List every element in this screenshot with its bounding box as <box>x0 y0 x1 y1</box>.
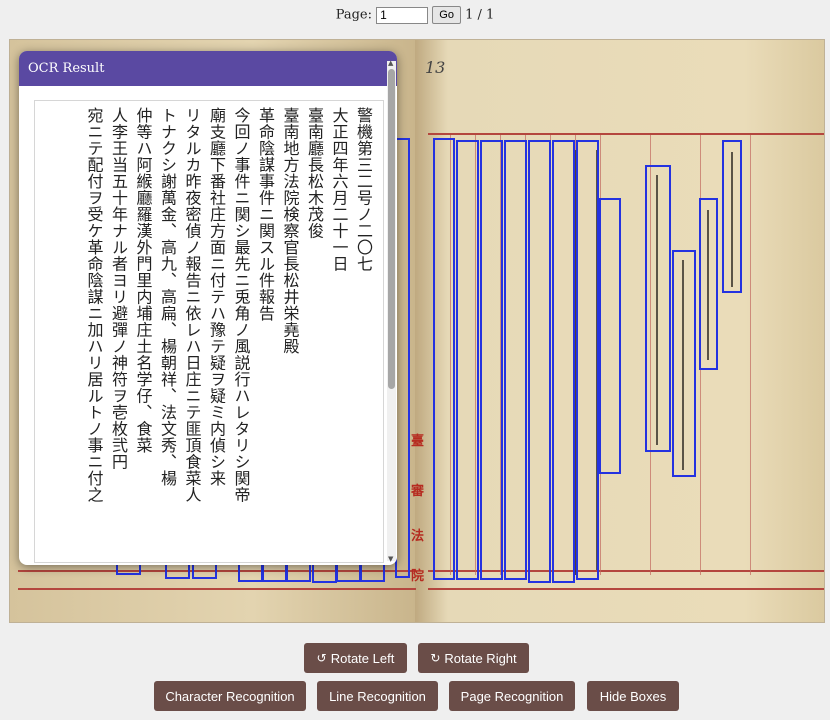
ocr-line: 人李王当五十年ナル者ヨリ避彈ノ神符ヲ壱枚弐円 <box>109 107 128 470</box>
ocr-text-area[interactable]: 警機第三二号ノ二〇七 大正四年六月二十一日 臺南廳長松木茂俊 臺南地方法院検察官長松井… <box>34 100 384 563</box>
ocr-scrollbar[interactable]: ▲ ▼ <box>387 59 396 563</box>
line-detection-box <box>456 140 479 580</box>
ocr-line: 大正四年六月二十一日 <box>329 107 349 272</box>
rotate-right-label: Rotate Right <box>444 650 517 666</box>
frame-line <box>428 133 824 135</box>
line-recognition-button[interactable]: Line Recognition <box>317 681 438 711</box>
rotate-left-button[interactable]: ↺ Rotate Left <box>304 643 407 673</box>
ocr-line: 警機第三二号ノ二〇七 <box>354 107 373 272</box>
rule-line <box>750 135 751 575</box>
rotate-right-button[interactable]: ↻ Rotate Right <box>418 643 529 673</box>
go-button[interactable]: Go <box>432 6 461 24</box>
line-detection-box <box>433 138 455 580</box>
character-recognition-button[interactable]: Character Recognition <box>154 681 306 711</box>
ocr-result-panel: OCR Result 警機第三二号ノ二〇七 大正四年六月二十一日 臺南廳長松木茂俊臺… <box>19 51 397 565</box>
line-detection-box <box>645 165 671 452</box>
ocr-line: 革命陰謀事件ニ関スル件報告 <box>256 107 275 322</box>
page-recognition-button[interactable]: Page Recognition <box>449 681 575 711</box>
ocr-result-title: OCR Result <box>19 51 397 86</box>
line-detection-box <box>480 140 503 580</box>
margin-stamp-char: 院 <box>411 569 425 584</box>
line-detection-box <box>552 140 575 583</box>
ocr-scrollbar-thumb[interactable] <box>388 69 395 389</box>
ocr-line: リタルカ昨夜密偵ノ報告ニ依レハ日庄ニテ匪頂食菜人 <box>182 107 202 503</box>
page-number-mark: 13 <box>425 58 446 77</box>
line-detection-box <box>599 198 621 474</box>
line-detection-box <box>395 138 410 578</box>
page-total: 1 / 1 <box>465 7 495 23</box>
hide-boxes-button[interactable]: Hide Boxes <box>587 681 679 711</box>
rotate-ccw-icon: ↺ <box>316 651 327 665</box>
rotate-left-label: Rotate Left <box>330 650 395 666</box>
line-detection-box <box>672 250 696 477</box>
ocr-line: 廟支廳下番社庄方面ニ付テハ豫テ疑ヲ疑ミ内偵シ来 <box>207 107 226 487</box>
page-number-input[interactable] <box>376 6 429 24</box>
ocr-line: トナクシ謝萬金、高九、高扁、楊朝祥、法文秀、楊 <box>158 107 177 487</box>
ocr-vertical-text: 警機第三二号ノ二〇七 大正四年六月二十一日 臺南廳長松木茂俊 臺南地方法院検察官長松井… <box>81 107 375 557</box>
margin-stamp-char: 審 <box>411 484 425 499</box>
scroll-up-icon[interactable]: ▲ <box>388 59 393 67</box>
line-detection-box <box>576 140 599 580</box>
margin-stamp-char: 臺 <box>411 434 425 449</box>
ocr-line: 仲等ハ阿緱廳羅漢外門里内埔庄土名学仔、食菜 <box>133 107 153 454</box>
ocr-line: 臺南廳長松木茂俊 <box>305 107 324 239</box>
scroll-down-icon[interactable]: ▼ <box>388 555 393 563</box>
line-detection-box <box>504 140 527 580</box>
page-label: Page: <box>335 7 372 23</box>
line-detection-box <box>722 140 742 293</box>
line-detection-box <box>699 198 718 370</box>
rotate-cw-icon: ↻ <box>430 651 441 665</box>
ocr-line: 今回ノ事件ニ関シ最先ニ兎角ノ風説行ハレタリシ関帝 <box>231 107 251 503</box>
frame-line <box>428 588 824 590</box>
ocr-line: 宛ニテ配付ヲ受ケ革命陰謀ニ加ハリ居ルトノ事ニ付之 <box>84 107 104 503</box>
ocr-line: 臺南地方法院検察官長松井栄堯殿 <box>280 107 300 355</box>
margin-stamp-char: 法 <box>411 529 425 544</box>
pager: Page: Go 1 / 1 <box>0 6 830 24</box>
line-detection-box <box>528 140 551 583</box>
frame-line <box>18 588 416 590</box>
